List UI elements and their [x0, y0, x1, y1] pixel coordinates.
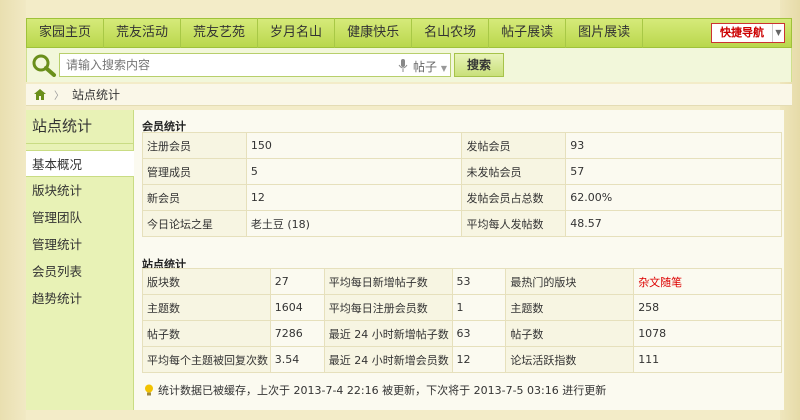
- table-row: 帖子数 7286 最近 24 小时新增帖子数 63 帖子数 1078: [142, 320, 782, 347]
- nav-item-mountain[interactable]: 岁月名山: [258, 18, 336, 48]
- sidebar-item-forums[interactable]: 版块统计: [26, 177, 133, 204]
- table-cell: 53: [451, 268, 507, 295]
- table-row: 主题数 1604 平均每日注册会员数 1 主题数 258: [142, 294, 782, 321]
- table-cell: 主题数: [142, 294, 271, 321]
- hottest-forum-link[interactable]: 杂文随笔: [633, 268, 782, 295]
- chevron-down-icon: ▼: [440, 64, 447, 73]
- lightbulb-icon: [145, 384, 153, 396]
- sidebar: 站点统计 基本概况 版块统计 管理团队 管理统计 会员列表 趋势统计: [26, 110, 135, 410]
- quick-nav-label: 快捷导航: [720, 26, 764, 39]
- table-cell: 1604: [269, 294, 325, 321]
- table-cell: 1: [451, 294, 507, 321]
- table-cell: 平均每人发帖数: [461, 210, 567, 237]
- nav-item-farm[interactable]: 名山农场: [412, 18, 490, 48]
- search-type-label: 帖子: [413, 60, 438, 74]
- table-cell: 7286: [269, 320, 325, 347]
- table-cell: 注册会员: [142, 132, 247, 159]
- search-button[interactable]: 搜索: [454, 53, 504, 77]
- site-stats-table: 版块数 27 平均每日新增帖子数 53 最热门的版块 杂文随笔 主题数 1604…: [142, 268, 782, 373]
- star-user-link[interactable]: 老土豆 (18): [245, 210, 463, 237]
- top-nav: 家园主页 荒友活动 荒友艺苑 岁月名山 健康快乐 名山农场 帖子展读 图片展读 …: [26, 18, 792, 48]
- table-cell: 发帖会员: [461, 132, 567, 159]
- main-content: 会员统计 注册会员 150 发帖会员 93 管理成员 5 未发帖会员 57 新会…: [134, 110, 784, 410]
- sidebar-item-trends[interactable]: 趋势统计: [26, 285, 133, 312]
- table-cell: 62.00%: [565, 184, 782, 211]
- table-cell: 111: [633, 346, 782, 373]
- table-cell: 帖子数: [505, 320, 635, 347]
- table-row: 新会员 12 发帖会员占总数 62.00%: [142, 184, 782, 211]
- nav-item-home[interactable]: 家园主页: [27, 18, 105, 48]
- table-cell: 平均每日注册会员数: [323, 294, 453, 321]
- table-cell: 新会员: [142, 184, 247, 211]
- table-cell: 63: [451, 320, 507, 347]
- table-cell: 论坛活跃指数: [505, 346, 635, 373]
- table-cell: 最近 24 小时新增会员数: [323, 346, 453, 373]
- sidebar-item-admin-stats[interactable]: 管理统计: [26, 231, 133, 258]
- search-type-select[interactable]: 帖子 ▼: [413, 58, 447, 75]
- chevron-down-icon: ▼: [772, 24, 784, 42]
- breadcrumb-current: 站点统计: [72, 88, 121, 102]
- microphone-icon[interactable]: [398, 59, 408, 73]
- breadcrumb-separator-icon: 〉: [54, 91, 64, 102]
- sidebar-title: 站点统计: [26, 110, 133, 144]
- table-cell: 93: [565, 132, 782, 159]
- table-cell: 57: [565, 158, 782, 185]
- table-cell: 150: [245, 132, 463, 159]
- table-cell: 今日论坛之星: [142, 210, 247, 237]
- table-cell: 12: [245, 184, 463, 211]
- table-cell: 版块数: [142, 268, 271, 295]
- table-cell: 1078: [633, 320, 782, 347]
- table-cell: 帖子数: [142, 320, 271, 347]
- table-cell: 12: [451, 346, 507, 373]
- table-cell: 未发帖会员: [461, 158, 567, 185]
- table-cell: 平均每日新增帖子数: [323, 268, 453, 295]
- table-row: 平均每个主题被回复次数 3.54 最近 24 小时新增会员数 12 论坛活跃指数…: [142, 346, 782, 373]
- table-cell: 最热门的版块: [505, 268, 635, 295]
- home-icon[interactable]: [34, 89, 46, 100]
- table-cell: 发帖会员占总数: [461, 184, 567, 211]
- table-cell: 3.54: [269, 346, 325, 373]
- table-cell: 最近 24 小时新增帖子数: [323, 320, 453, 347]
- nav-item-arts[interactable]: 荒友艺苑: [181, 18, 259, 48]
- search-input[interactable]: [59, 53, 451, 77]
- table-cell: 258: [633, 294, 782, 321]
- cache-note: 统计数据已被缓存，上次于 2013-7-4 22:16 被更新，下次将于 201…: [144, 382, 606, 398]
- table-row: 注册会员 150 发帖会员 93: [142, 132, 782, 159]
- table-row: 版块数 27 平均每日新增帖子数 53 最热门的版块 杂文随笔: [142, 268, 782, 295]
- table-row: 今日论坛之星 老土豆 (18) 平均每人发帖数 48.57: [142, 210, 782, 237]
- sidebar-item-overview[interactable]: 基本概况: [26, 150, 135, 177]
- table-cell: 48.57: [565, 210, 782, 237]
- member-stats-table: 注册会员 150 发帖会员 93 管理成员 5 未发帖会员 57 新会员 12 …: [142, 132, 782, 237]
- quick-nav-dropdown[interactable]: 快捷导航 ▼: [711, 23, 785, 43]
- nav-item-posts[interactable]: 帖子展读: [489, 18, 567, 48]
- nav-item-health[interactable]: 健康快乐: [335, 18, 413, 48]
- nav-item-activities[interactable]: 荒友活动: [104, 18, 182, 48]
- table-cell: 27: [269, 268, 325, 295]
- table-row: 管理成员 5 未发帖会员 57: [142, 158, 782, 185]
- table-cell: 管理成员: [142, 158, 247, 185]
- table-cell: 5: [245, 158, 463, 185]
- sidebar-item-member-list[interactable]: 会员列表: [26, 258, 133, 285]
- nav-item-images[interactable]: 图片展读: [566, 18, 644, 48]
- table-cell: 平均每个主题被回复次数: [142, 346, 271, 373]
- cache-note-text: 统计数据已被缓存，上次于 2013-7-4 22:16 被更新，下次将于 201…: [158, 384, 607, 397]
- breadcrumb: 〉 站点统计: [26, 84, 792, 106]
- table-cell: 主题数: [505, 294, 635, 321]
- search-bar: 帖子 ▼ 搜索: [26, 48, 792, 82]
- page-background-left: [0, 0, 26, 420]
- search-icon: [32, 54, 56, 77]
- sidebar-item-team[interactable]: 管理团队: [26, 204, 133, 231]
